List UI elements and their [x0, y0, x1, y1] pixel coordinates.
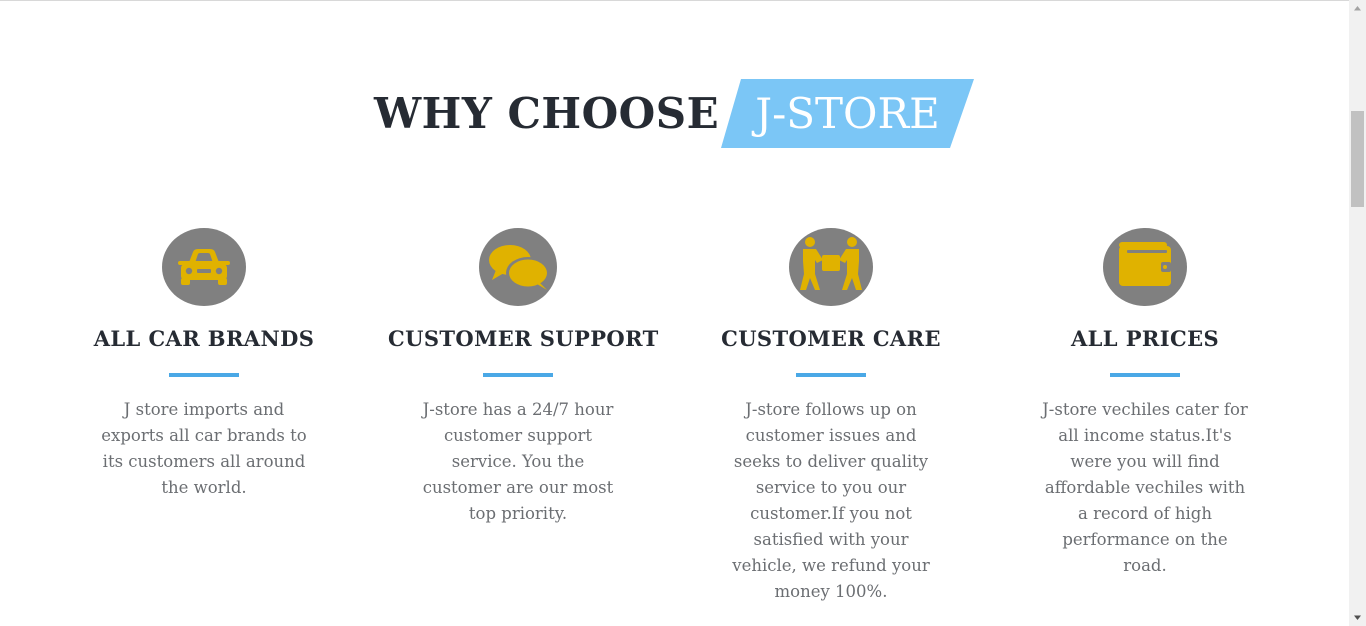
scrollbar-thumb[interactable]	[1351, 111, 1364, 207]
vertical-scrollbar[interactable]	[1349, 0, 1366, 626]
feature-customer-support: CUSTOMER SUPPORT J-store has a 24/7 hour…	[388, 228, 659, 527]
scroll-up-arrow-icon[interactable]	[1349, 0, 1366, 17]
feature-all-car-brands: ALL CAR BRANDS J store imports and expor…	[74, 228, 334, 501]
feature-customer-care: CUSTOMER CARE J-store follows up on cust…	[701, 228, 961, 605]
heading-why-choose: WHY CHOOSE	[374, 89, 720, 138]
title-underline	[169, 373, 239, 377]
feature-description: J store imports and exports all car bran…	[101, 400, 307, 497]
feature-description: J-store follows up on customer issues an…	[732, 400, 930, 601]
feature-all-prices: ALL PRICES J-store vechiles cater for al…	[1015, 228, 1275, 579]
heading-brand-text: J-STORE	[755, 89, 940, 138]
title-underline	[796, 373, 866, 377]
people-carrying-box-icon	[789, 228, 873, 306]
title-underline	[1110, 373, 1180, 377]
chat-bubbles-icon	[479, 228, 557, 306]
page: WHY CHOOSE J-STORE ALL CAR BRANDS J stor…	[0, 0, 1366, 626]
feature-title: ALL PRICES	[1070, 326, 1220, 351]
section-heading: WHY CHOOSE J-STORE	[0, 78, 1349, 148]
heading-brand-badge: J-STORE	[721, 79, 974, 148]
feature-description: J-store vechiles cater for all income st…	[1042, 400, 1248, 575]
wallet-icon	[1103, 228, 1187, 306]
feature-title: CUSTOMER CARE	[721, 326, 941, 351]
feature-title: CUSTOMER SUPPORT	[388, 326, 659, 351]
scroll-down-arrow-icon[interactable]	[1349, 609, 1366, 626]
title-underline	[483, 373, 553, 377]
feature-description: J-store has a 24/7 hour customer support…	[422, 400, 614, 523]
car-icon	[162, 228, 246, 306]
why-choose-section: WHY CHOOSE J-STORE ALL CAR BRANDS J stor…	[0, 0, 1349, 626]
feature-title: ALL CAR BRANDS	[93, 326, 315, 351]
